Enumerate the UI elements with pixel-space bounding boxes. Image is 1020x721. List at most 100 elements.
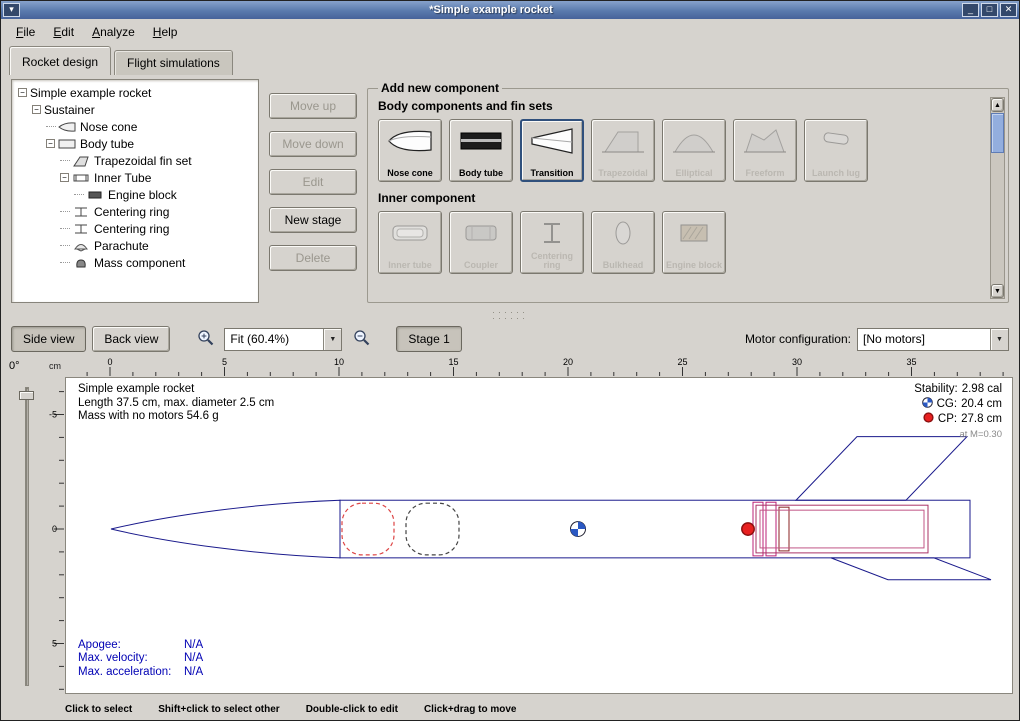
- rocket-canvas[interactable]: Simple example rocket Length 37.5 cm, ma…: [65, 377, 1013, 694]
- stability-label: Stability:: [914, 383, 957, 397]
- cg-value: 20.4 cm: [961, 398, 1002, 412]
- mass-component-shape[interactable]: [406, 503, 459, 555]
- minimize-button[interactable]: _: [962, 3, 979, 17]
- title-bar: ▾ *Simple example rocket _□✕: [1, 1, 1019, 19]
- inner-tube-shape[interactable]: [756, 505, 928, 553]
- zoom-combobox[interactable]: Fit (60.4%) ▼: [224, 328, 342, 351]
- component-button-centering-ring[interactable]: Centering ring: [520, 211, 584, 274]
- tree-item-centering-ring[interactable]: Centering ring: [14, 203, 256, 220]
- edit-button[interactable]: Edit: [269, 169, 357, 195]
- chevron-down-icon[interactable]: ▼: [323, 329, 341, 350]
- component-button-body-tube[interactable]: Body tube: [449, 119, 513, 182]
- component-tree[interactable]: −Simple example rocket−SustainerNose con…: [11, 79, 259, 303]
- tree-item-nose-cone[interactable]: Nose cone: [14, 118, 256, 135]
- rocket-figure-area: 0° cm 05101520253035 -505: [1, 357, 1019, 700]
- cp-marker[interactable]: [742, 523, 754, 535]
- chevron-down-icon[interactable]: ▼: [990, 329, 1008, 350]
- scroll-down-button[interactable]: ▼: [991, 284, 1004, 298]
- tree-item-centering-ring[interactable]: Centering ring: [14, 220, 256, 237]
- svg-text:5: 5: [52, 639, 57, 649]
- component-groups: Body components and fin setsNose coneBod…: [378, 99, 984, 274]
- component-button-trapezoidal[interactable]: Trapezoidal: [591, 119, 655, 182]
- launch-lug-icon: [813, 126, 859, 159]
- component-scrollbar[interactable]: ▲ ▼: [990, 97, 1005, 299]
- body-tube-icon: [458, 126, 504, 159]
- nose-cone-shape[interactable]: [111, 500, 340, 558]
- tree-expander-icon[interactable]: −: [46, 139, 55, 148]
- tree-item-parachute[interactable]: Parachute: [14, 237, 256, 254]
- component-button-coupler[interactable]: Coupler: [449, 211, 513, 274]
- back-view-button[interactable]: Back view: [92, 326, 170, 352]
- tree-item-trapezoidal-fin-set[interactable]: Trapezoidal fin set: [14, 152, 256, 169]
- menu-edit[interactable]: Edit: [44, 22, 83, 42]
- svg-text:15: 15: [448, 357, 458, 367]
- rocket-dimensions: Length 37.5 cm, max. diameter 2.5 cm: [78, 397, 274, 411]
- engine-block-shape[interactable]: [779, 507, 789, 551]
- maximize-button[interactable]: □: [981, 3, 998, 17]
- stage-1-toggle[interactable]: Stage 1: [396, 326, 461, 352]
- status-hint: Shift+click to select other: [158, 704, 279, 715]
- menu-file[interactable]: File: [7, 22, 44, 42]
- component-button-transition[interactable]: Transition: [520, 119, 584, 182]
- tab-rocket-design[interactable]: Rocket design: [9, 46, 111, 75]
- tree-item-mass-component[interactable]: Mass component: [14, 254, 256, 271]
- tab-flight-simulations[interactable]: Flight simulations: [114, 50, 233, 75]
- fin-lower-shape[interactable]: [831, 558, 991, 580]
- component-button-elliptical[interactable]: Elliptical: [662, 119, 726, 182]
- side-view-button[interactable]: Side view: [11, 326, 86, 352]
- component-button-freeform[interactable]: Freeform: [733, 119, 797, 182]
- scrollbar-thumb[interactable]: [991, 113, 1004, 153]
- engine-block-icon: [671, 218, 717, 251]
- menu-analyze[interactable]: Analyze: [83, 22, 144, 42]
- parachute-shape[interactable]: [342, 503, 394, 555]
- zoom-value: Fit (60.4%): [225, 332, 323, 346]
- tree-item-engine-block[interactable]: Engine block: [14, 186, 256, 203]
- tree-expander-icon[interactable]: −: [60, 173, 69, 182]
- move-up-button[interactable]: Move up: [269, 93, 357, 119]
- delete-button[interactable]: Delete: [269, 245, 357, 271]
- tree-item-simple-example-rocket[interactable]: −Simple example rocket: [14, 84, 256, 101]
- mass-component-icon: [72, 257, 90, 269]
- tree-expander-icon[interactable]: −: [32, 105, 41, 114]
- window-menu-button[interactable]: ▾: [3, 3, 20, 17]
- component-button-nose-cone[interactable]: Nose cone: [378, 119, 442, 182]
- app-window: ▾ *Simple example rocket _□✕ FileEditAna…: [0, 0, 1020, 721]
- cp-value: 27.8 cm: [961, 413, 1002, 427]
- move-down-button[interactable]: Move down: [269, 131, 357, 157]
- transition-icon: [529, 126, 575, 159]
- scroll-up-button[interactable]: ▲: [991, 98, 1004, 112]
- component-button-inner-tube[interactable]: Inner tube: [378, 211, 442, 274]
- tree-item-inner-tube[interactable]: −Inner Tube: [14, 169, 256, 186]
- zoom-out-icon: [352, 328, 371, 350]
- vertical-ruler: -505: [45, 377, 65, 694]
- close-button[interactable]: ✕: [1000, 3, 1017, 17]
- tree-item-sustainer[interactable]: −Sustainer: [14, 101, 256, 118]
- cg-marker[interactable]: [571, 522, 586, 537]
- flight-row-max-velocity: Max. velocity:N/A: [78, 652, 203, 666]
- tree-action-buttons: Move up Move down Edit New stage Delete: [269, 79, 357, 303]
- body-tube-shape[interactable]: [340, 500, 970, 558]
- new-stage-button[interactable]: New stage: [269, 207, 357, 233]
- zoom-out-button[interactable]: [348, 327, 374, 351]
- fin-set-icon: [72, 155, 90, 167]
- tree-expander-icon[interactable]: −: [18, 88, 27, 97]
- pane-splitter[interactable]: ······ ······: [1, 309, 1019, 321]
- rocket-info-block: Simple example rocket Length 37.5 cm, ma…: [78, 383, 274, 424]
- design-pane: −Simple example rocket−SustainerNose con…: [1, 75, 1019, 309]
- fin-upper-shape[interactable]: [796, 437, 967, 501]
- rotation-slider[interactable]: [25, 387, 29, 686]
- tree-item-body-tube[interactable]: −Body tube: [14, 135, 256, 152]
- flight-row-apogee: Apogee:N/A: [78, 639, 203, 653]
- rotation-slider-handle[interactable]: [19, 391, 34, 400]
- menu-help[interactable]: Help: [144, 22, 187, 42]
- rotation-angle-label: 0°: [9, 360, 20, 372]
- status-hint: Click+drag to move: [424, 704, 517, 715]
- mach-note: at M=0.30: [914, 428, 1002, 442]
- motor-configuration-combobox[interactable]: [No motors] ▼: [857, 328, 1009, 351]
- inner-tube-icon: [387, 218, 433, 251]
- component-button-engine-block[interactable]: Engine block: [662, 211, 726, 274]
- component-button-bulkhead[interactable]: Bulkhead: [591, 211, 655, 274]
- zoom-in-button[interactable]: [192, 327, 218, 351]
- component-button-launch-lug[interactable]: Launch lug: [804, 119, 868, 182]
- status-hint: Click to select: [65, 704, 132, 715]
